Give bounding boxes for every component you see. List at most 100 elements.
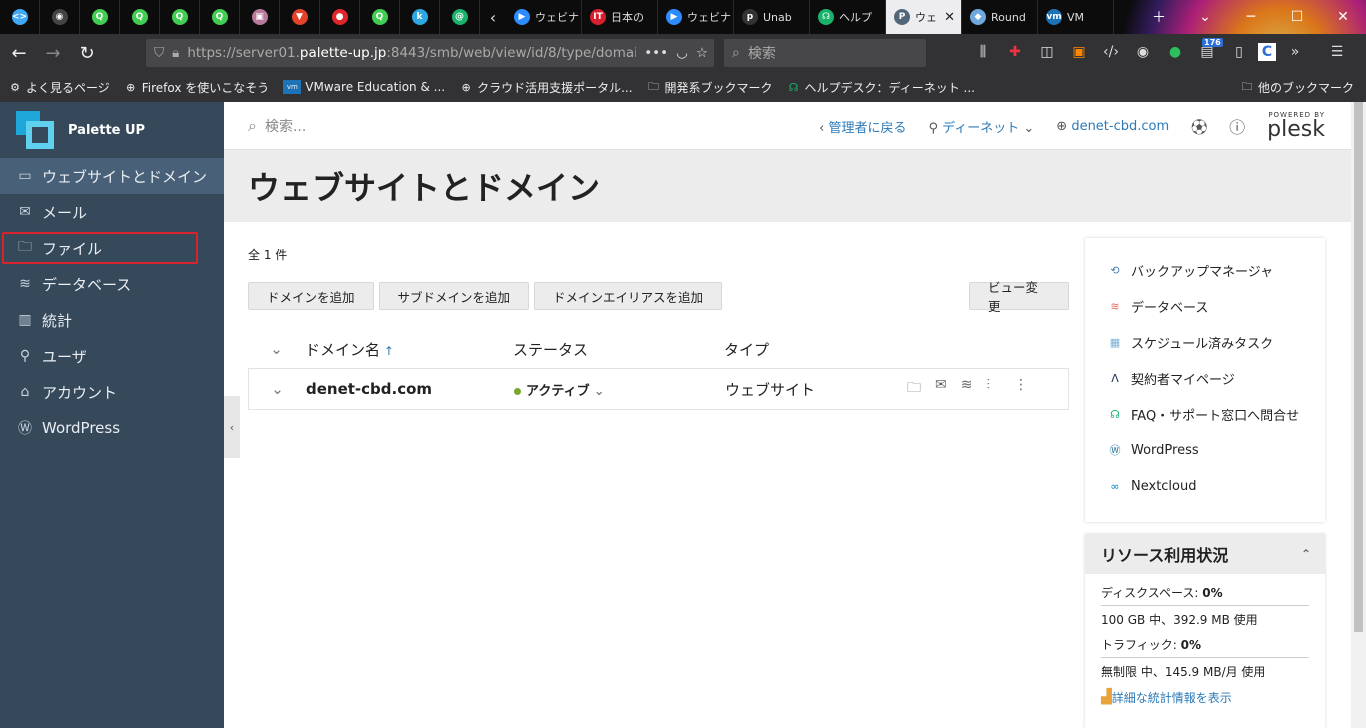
extensions-icon[interactable]: ⚽︎	[1191, 114, 1207, 138]
help-icon[interactable]: ⓘ	[1229, 114, 1245, 138]
browser-tab[interactable]: P ウェ ✕	[886, 0, 962, 34]
back-button[interactable]: ←	[4, 38, 34, 68]
browser-tab[interactable]: k	[400, 0, 440, 34]
page-scrollbar[interactable]	[1351, 102, 1366, 728]
close-window-button[interactable]: ✕	[1320, 0, 1366, 34]
resource-usage-header[interactable]: リソース利用状況 ⌃	[1085, 534, 1325, 574]
domain-name-link[interactable]: denet-cbd.com	[306, 380, 514, 398]
browser-tab[interactable]: Q	[360, 0, 400, 34]
tool-link[interactable]: Ⓦ WordPress	[1107, 432, 1325, 468]
sidebar-item[interactable]: ✉ メール	[0, 194, 224, 230]
library-icon[interactable]: ⫼	[970, 38, 996, 66]
expand-row-icon[interactable]: ⌄	[249, 380, 306, 398]
column-status[interactable]: ステータス	[513, 339, 724, 360]
view-change-button[interactable]: ビュー変更	[969, 280, 1069, 314]
browser-tab[interactable]: <>	[0, 0, 40, 34]
browser-tab[interactable]: Q	[160, 0, 200, 34]
action-button[interactable]: サブドメインを追加	[378, 282, 530, 310]
browser-tab[interactable]: ▶ ウェビナ	[658, 0, 734, 34]
tool-link[interactable]: ∞ Nextcloud	[1107, 468, 1325, 504]
other-bookmarks[interactable]: 🗀 他のブックマーク	[1240, 79, 1354, 96]
reload-button[interactable]: ↻	[72, 38, 102, 68]
pocket-icon[interactable]: ◡	[676, 45, 688, 61]
dev-tools-icon[interactable]: ‹/›	[1098, 38, 1124, 66]
sidebar-icon[interactable]: ◫	[1034, 38, 1060, 66]
bookmark-item[interactable]: ⚙ よく見るページ	[8, 79, 110, 96]
sidebar-item[interactable]: ⌂ アカウント	[0, 374, 224, 410]
browser-tab[interactable]: p Unab	[734, 0, 810, 34]
bookmark-item[interactable]: ⊕ クラウド活用支援ポータル...	[459, 79, 632, 96]
sidebar-item[interactable]: ⚲ ユーザ	[0, 338, 224, 374]
bookmark-item[interactable]: 🗀 開発系ブックマーク	[647, 79, 773, 96]
tab-scroll-left-icon[interactable]: ‹	[480, 0, 506, 34]
action-button[interactable]: ドメインエイリアスを追加	[534, 282, 723, 310]
bookmark-item[interactable]: ⊕ Firefox を使いこなそう	[124, 79, 269, 96]
sidebar-item[interactable]: ▥ 統計	[0, 302, 224, 338]
bookmark-star-icon[interactable]: ☆	[696, 45, 708, 61]
column-type[interactable]: タイプ	[724, 339, 906, 360]
browser-tab[interactable]: IT 日本の	[582, 0, 658, 34]
browser-tab[interactable]: Q	[80, 0, 120, 34]
overflow-icon[interactable]: »	[1282, 38, 1308, 66]
statistics-link[interactable]: ▟ 詳細な統計情報を表示	[1085, 684, 1325, 710]
expand-all-icon[interactable]: ⌄	[248, 340, 305, 358]
browser-search-bar[interactable]: ⌕ 検索	[724, 39, 926, 67]
sidebar-item[interactable]: ▭ ウェブサイトとドメイン	[0, 158, 224, 194]
browser-tab[interactable]: ◉	[40, 0, 80, 34]
database-icon[interactable]: ≋	[961, 377, 973, 401]
sidebar-item[interactable]: Ⓦ WordPress	[0, 410, 224, 446]
top-bar-actions: ‹ 管理者に戻る ⚲ ディーネット ⌄ ⊕ denet-cbd.com ⚽︎ ⓘ…	[819, 102, 1325, 150]
folder-icon: 🗀	[18, 239, 32, 255]
sidebar-item[interactable]: ≋ データベース	[0, 266, 224, 302]
maximize-button[interactable]: ☐	[1274, 0, 1320, 34]
mail-icon[interactable]: ✉	[935, 377, 947, 401]
minimize-button[interactable]: ─	[1228, 0, 1274, 34]
back-to-admin-link[interactable]: ‹ 管理者に戻る	[819, 117, 906, 136]
browser-tab[interactable]: ▼	[280, 0, 320, 34]
browser-tab[interactable]: @	[440, 0, 480, 34]
brand[interactable]: Palette UP	[0, 102, 224, 158]
browser-tab[interactable]: Q	[200, 0, 240, 34]
sidebar-item[interactable]: 🗀 ファイル	[0, 230, 200, 266]
file-manager-icon[interactable]: 🗀	[907, 377, 921, 401]
domain-link[interactable]: ⊕ denet-cbd.com	[1056, 119, 1169, 134]
status-dropdown[interactable]: アクティブ ⌄	[514, 380, 725, 399]
feed-badge-icon[interactable]: ▤ 176	[1194, 38, 1223, 66]
scrollbar-thumb[interactable]	[1354, 102, 1363, 632]
tab-list-button[interactable]: ⌄	[1182, 0, 1228, 34]
tool-link[interactable]: ≋ データベース	[1107, 288, 1325, 324]
browser-tab[interactable]: ▣	[240, 0, 280, 34]
tool-link[interactable]: ☊ FAQ・サポート窓口へ問合せ	[1107, 396, 1325, 432]
tab-label: ウェ	[915, 11, 937, 24]
collapse-sidebar-button[interactable]: ‹	[224, 396, 240, 458]
bookmark-item[interactable]: vm VMware Education & ...	[283, 80, 445, 94]
tool-link[interactable]: Λ 契約者マイページ	[1107, 360, 1325, 396]
browser-tab[interactable]: ◆ Round	[962, 0, 1038, 34]
tool-link[interactable]: ⟲ バックアップマネージャ	[1107, 252, 1325, 288]
evernote-icon[interactable]: ●	[1162, 38, 1188, 66]
extension-orange-icon[interactable]: ▣	[1066, 38, 1092, 66]
menu-icon[interactable]: ☰	[1324, 38, 1350, 66]
url-bar[interactable]: ⛉ 🔒︎ https://server01.palette-up.jp:8443…	[146, 39, 714, 67]
url-text[interactable]: https://server01.palette-up.jp:8443/smb/…	[187, 45, 636, 61]
account-icon[interactable]: ◉	[1130, 38, 1156, 66]
browser-tab[interactable]: ●	[320, 0, 360, 34]
more-options-icon[interactable]: ⋮	[1014, 377, 1028, 401]
forward-button[interactable]: →	[38, 38, 68, 68]
c-extension-icon[interactable]: C	[1258, 43, 1276, 61]
page-actions-icon[interactable]: •••	[644, 45, 668, 61]
panel-search[interactable]: ⌕ 検索...	[248, 116, 306, 136]
action-button[interactable]: ドメインを追加	[248, 282, 374, 310]
settings-sliders-icon[interactable]: ⫶	[986, 377, 990, 401]
browser-tab[interactable]: ▶ ウェビナ	[506, 0, 582, 34]
extension-grid-icon[interactable]: ✚	[1002, 38, 1028, 66]
new-tab-button[interactable]: ＋	[1136, 0, 1182, 34]
browser-tab[interactable]: ☊ ヘルプ	[810, 0, 886, 34]
close-tab-icon[interactable]: ✕	[944, 10, 955, 25]
user-menu[interactable]: ⚲ ディーネット ⌄	[929, 117, 1035, 136]
phone-icon[interactable]: ▯	[1226, 38, 1252, 66]
bookmark-item[interactable]: ☊ ヘルプデスク：ディーネット ...	[787, 79, 975, 96]
browser-tab[interactable]: Q	[120, 0, 160, 34]
tool-link[interactable]: ▦ スケジュール済みタスク	[1107, 324, 1325, 360]
column-domain-name[interactable]: ドメイン名 ↑	[305, 339, 513, 360]
